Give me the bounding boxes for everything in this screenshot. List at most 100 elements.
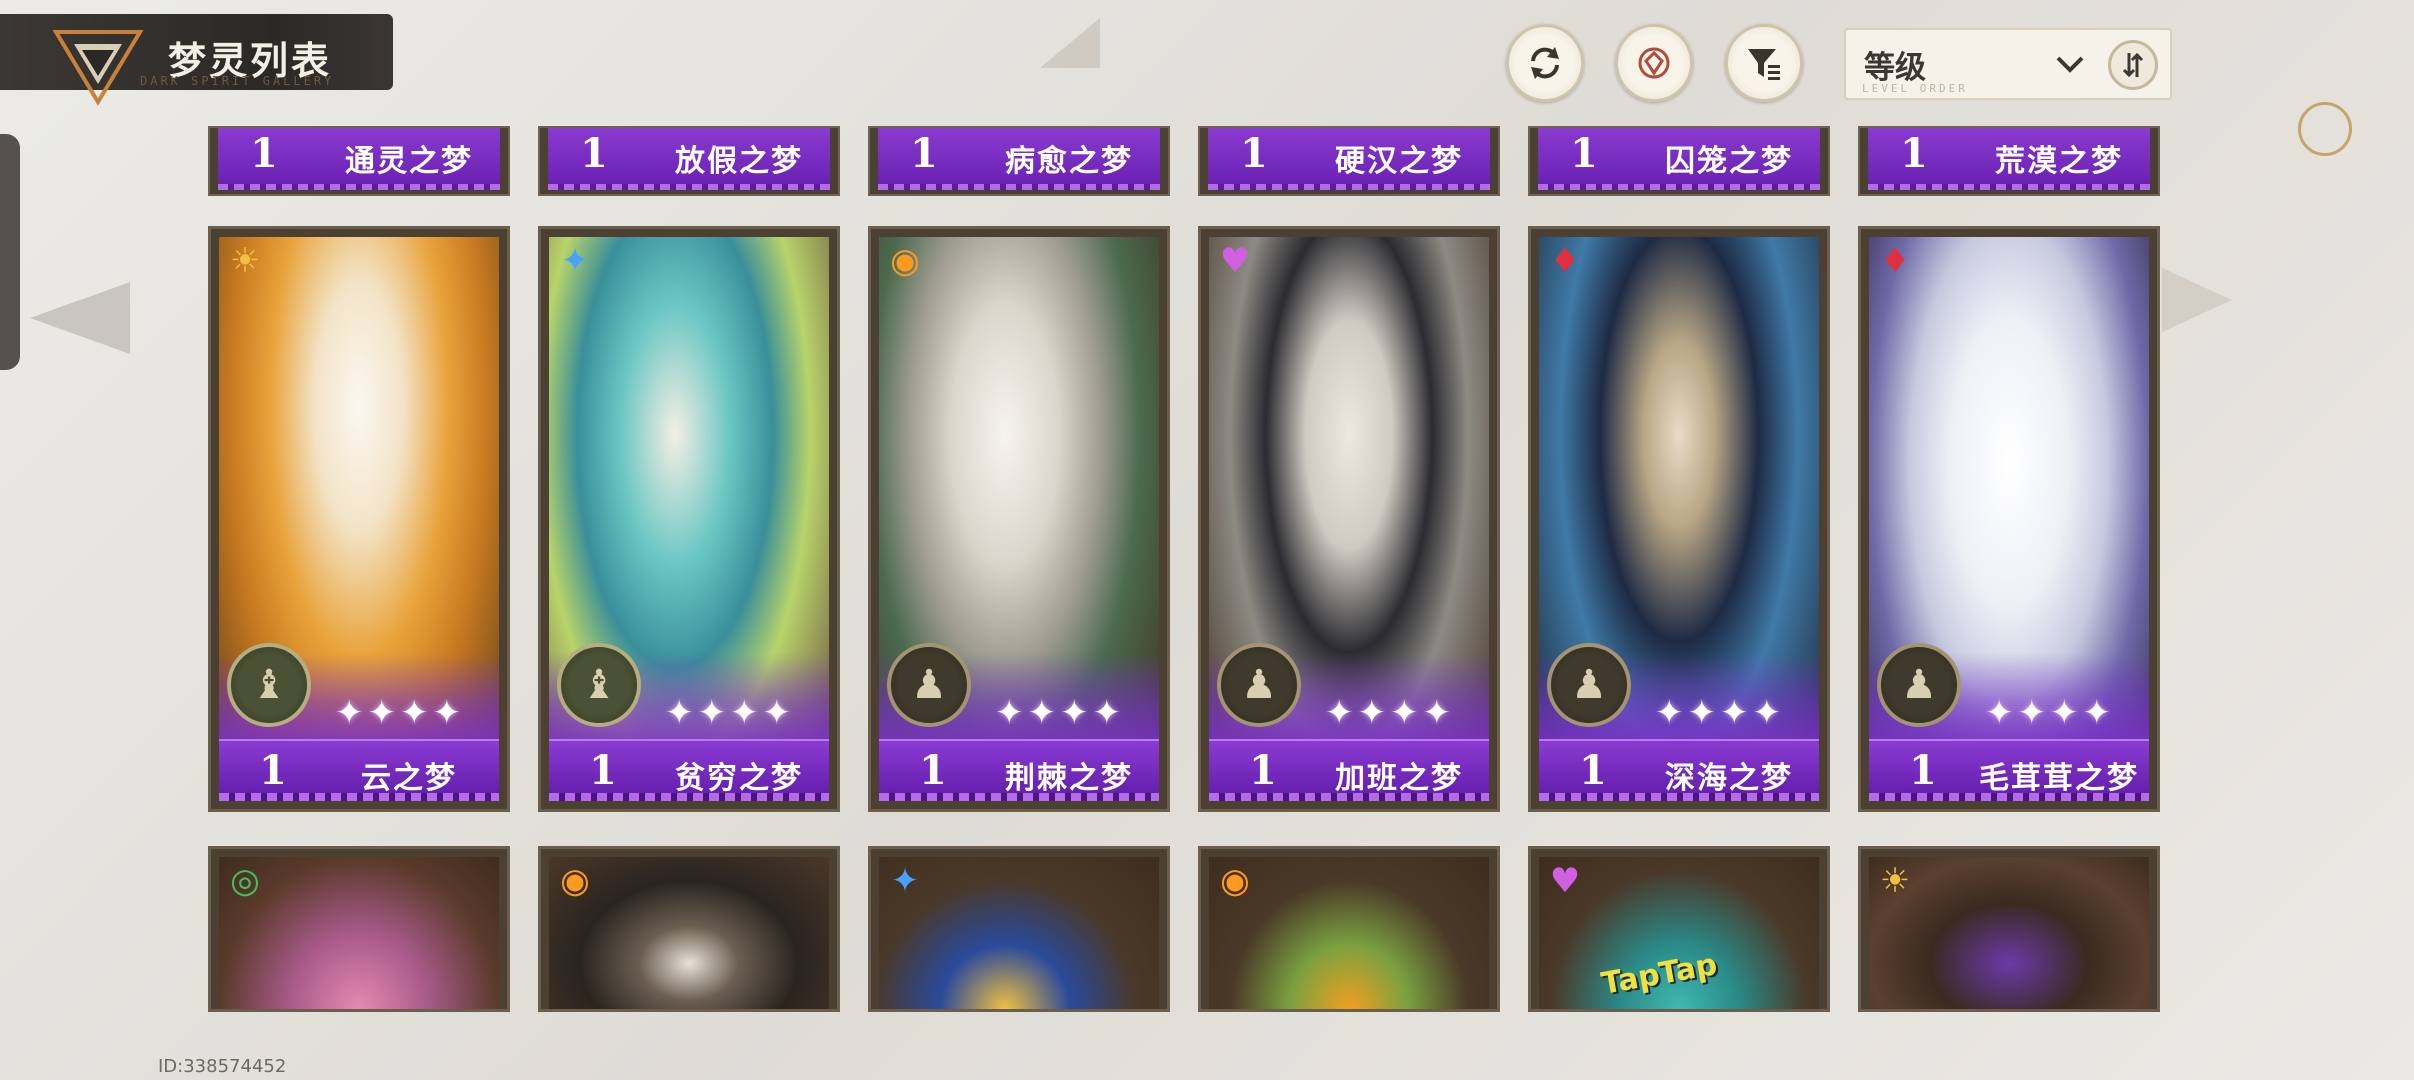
refresh-icon	[1531, 47, 1559, 79]
card-level: 1	[1900, 130, 1928, 177]
spirit-card-11[interactable]: ☀	[1858, 846, 2160, 1012]
app-logo-icon	[52, 30, 144, 106]
decor-ring	[2298, 102, 2352, 156]
element-icon: ◉	[1220, 861, 1250, 901]
namebar-stripe	[1539, 793, 1819, 801]
card-level: 1	[1579, 747, 1607, 794]
target-icon	[1638, 47, 1670, 79]
card-name: 硬汉之梦	[1335, 144, 1463, 179]
card-namebar: 1 云之梦	[219, 739, 499, 801]
filter-button[interactable]	[1725, 24, 1803, 102]
card-name: 荒漠之梦	[1995, 144, 2123, 179]
bg-triangle	[2162, 268, 2232, 332]
chevron-down-icon	[2056, 56, 2084, 73]
card-name: 云之梦	[361, 761, 457, 796]
card-name: 深海之梦	[1665, 761, 1793, 796]
sort-sublabel: LEVEL ORDER	[1862, 82, 1968, 95]
spirit-card-5[interactable]: ♦ ♟ ✦✦✦✦ 1 毛茸茸之梦	[1858, 226, 2160, 812]
card-top-2[interactable]: 1 病愈之梦	[868, 126, 1170, 196]
card-name: 毛茸茸之梦	[1979, 761, 2139, 796]
refresh-button[interactable]	[1506, 24, 1584, 102]
card-namebar: 1 贫穷之梦	[549, 739, 829, 801]
card-top-4[interactable]: 1 囚笼之梦	[1528, 126, 1830, 196]
spirit-card-8[interactable]: ✦	[868, 846, 1170, 1012]
card-name: 囚笼之梦	[1665, 144, 1793, 179]
namebar-stripe	[219, 793, 499, 801]
card-top-stripe	[218, 184, 500, 190]
bg-triangle	[30, 282, 130, 354]
star-rating: ✦✦✦✦	[665, 693, 795, 733]
element-icon: ☀	[1879, 861, 1911, 901]
spirit-card-1[interactable]: ✦ ♝ ✦✦✦✦ 1 贫穷之梦	[538, 226, 840, 812]
sort-order-toggle[interactable]	[2108, 40, 2158, 90]
element-icon: ♥	[1549, 861, 1581, 901]
rank-icon: ♟	[1547, 643, 1631, 727]
card-name: 通灵之梦	[345, 144, 473, 179]
card-level: 1	[910, 130, 938, 177]
card-top-5[interactable]: 1 荒漠之梦	[1858, 126, 2160, 196]
card-level: 1	[250, 130, 278, 177]
namebar-stripe	[1869, 793, 2149, 801]
element-icon: ♦	[1879, 241, 1911, 281]
spirit-card-3[interactable]: ♥ ♟ ✦✦✦✦ 1 加班之梦	[1198, 226, 1500, 812]
card-level: 1	[589, 747, 617, 794]
card-namebar: 1 荆棘之梦	[879, 739, 1159, 801]
card-top-3[interactable]: 1 硬汉之梦	[1198, 126, 1500, 196]
target-button[interactable]	[1615, 24, 1693, 102]
card-namebar: 1 深海之梦	[1539, 739, 1819, 801]
element-icon: ✦	[890, 861, 920, 901]
element-icon: ◉	[890, 241, 920, 281]
element-icon: ◎	[230, 861, 260, 901]
spirit-card-0[interactable]: ☀ ♝ ✦✦✦✦ 1 云之梦	[208, 226, 510, 812]
sort-label: 等级	[1864, 50, 1926, 86]
page-header: 梦灵列表 DARK SPIRIT GALLERY	[0, 14, 393, 106]
card-top-stripe	[878, 184, 1160, 190]
spirit-card-7[interactable]: ◉	[538, 846, 840, 1012]
element-icon: ♦	[1549, 241, 1581, 281]
card-level: 1	[1240, 130, 1268, 177]
side-drawer-handle[interactable]	[0, 134, 20, 370]
star-rating: ✦✦✦✦	[1325, 693, 1455, 733]
spirit-card-10[interactable]: ♥ TapTap	[1528, 846, 1830, 1012]
card-level: 1	[1249, 747, 1277, 794]
card-namebar: 1 毛茸茸之梦	[1869, 739, 2149, 801]
rank-icon: ♟	[1217, 643, 1301, 727]
card-level: 1	[580, 130, 608, 177]
card-top-stripe	[1208, 184, 1490, 190]
spirit-card-2[interactable]: ◉ ♟ ✦✦✦✦ 1 荆棘之梦	[868, 226, 1170, 812]
card-name: 加班之梦	[1335, 761, 1463, 796]
card-name: 放假之梦	[675, 144, 803, 179]
page-subtitle: DARK SPIRIT GALLERY	[140, 74, 335, 88]
card-namebar: 1 加班之梦	[1209, 739, 1489, 801]
filter-icon	[1748, 49, 1780, 80]
rank-icon: ♟	[1877, 643, 1961, 727]
player-id: ID:338574452	[158, 1056, 287, 1077]
card-level: 1	[1570, 130, 1598, 177]
sort-order-icon	[2122, 52, 2144, 78]
spirit-card-6[interactable]: ◎	[208, 846, 510, 1012]
card-top-0[interactable]: 1 通灵之梦	[208, 126, 510, 196]
spirit-card-9[interactable]: ◉	[1198, 846, 1500, 1012]
element-icon: ◉	[560, 861, 590, 901]
card-top-1[interactable]: 1 放假之梦	[538, 126, 840, 196]
card-level: 1	[919, 747, 947, 794]
card-level: 1	[259, 747, 287, 794]
star-rating: ✦✦✦✦	[1655, 693, 1785, 733]
namebar-stripe	[1209, 793, 1489, 801]
sort-dropdown[interactable]: 等级 LEVEL ORDER	[1844, 28, 2172, 100]
rank-icon: ♟	[887, 643, 971, 727]
star-rating: ✦✦✦✦	[1985, 693, 2115, 733]
spirit-card-4[interactable]: ♦ ♟ ✦✦✦✦ 1 深海之梦	[1528, 226, 1830, 812]
card-top-stripe	[548, 184, 830, 190]
rank-icon: ♝	[227, 643, 311, 727]
card-top-stripe	[1538, 184, 1820, 190]
card-top-stripe	[1868, 184, 2150, 190]
rank-icon: ♝	[557, 643, 641, 727]
element-icon: ♥	[1219, 241, 1251, 281]
star-rating: ✦✦✦✦	[335, 693, 465, 733]
element-icon: ☀	[229, 241, 261, 281]
bg-triangle	[1040, 18, 1100, 68]
card-name: 贫穷之梦	[675, 761, 803, 796]
element-icon: ✦	[560, 241, 590, 281]
card-name: 荆棘之梦	[1005, 761, 1133, 796]
